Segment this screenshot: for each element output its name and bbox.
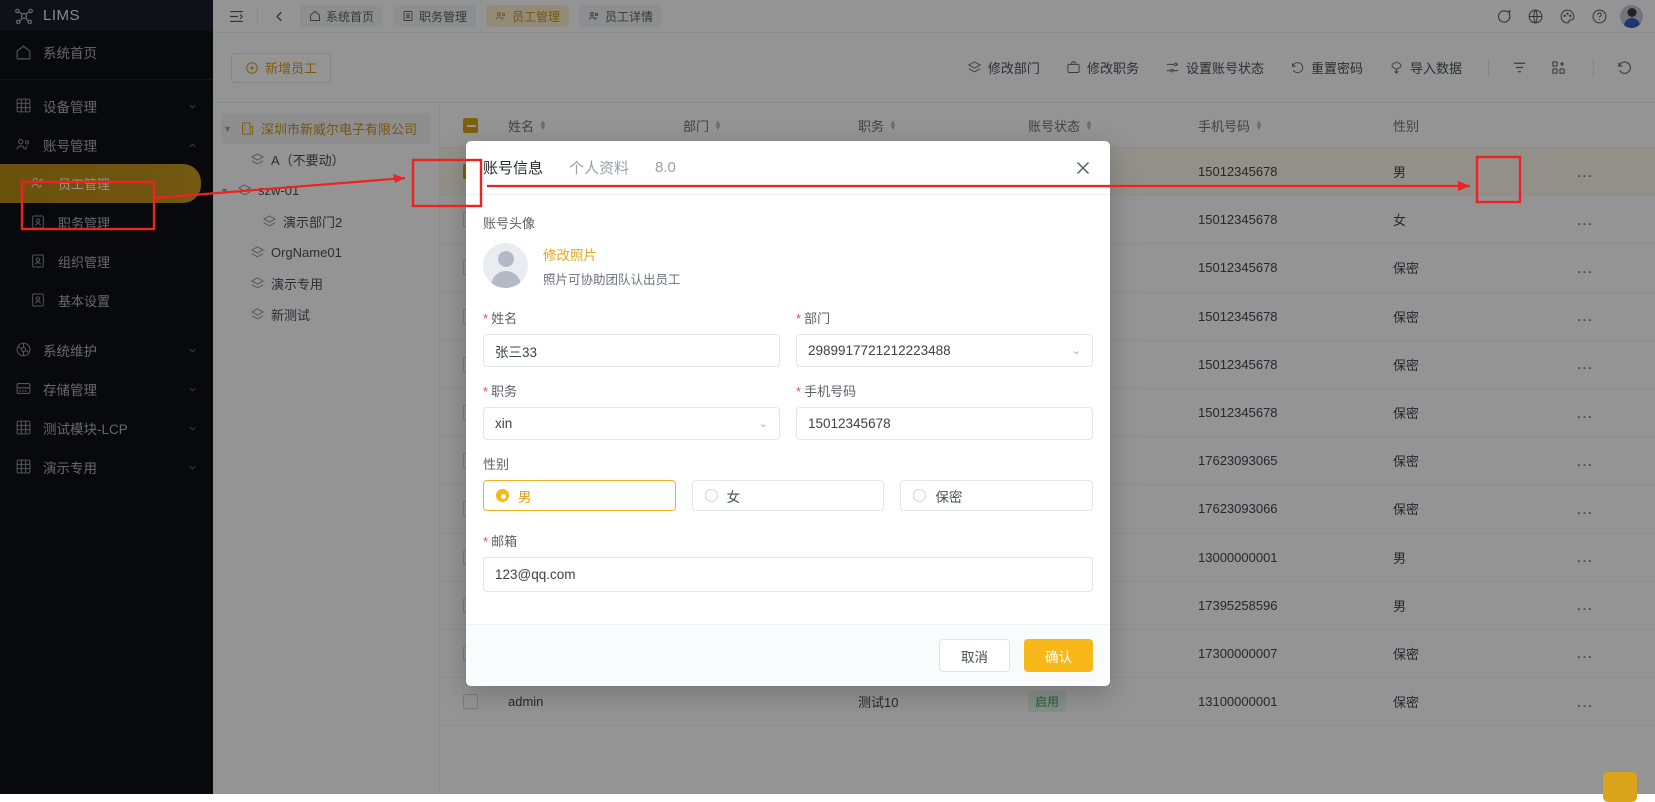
floating-action-button[interactable] [1603, 772, 1637, 802]
close-icon[interactable] [1072, 157, 1094, 179]
dialog-footer: 取消 确认 [466, 624, 1110, 686]
field-department: * 部门 2989917721212223488 ⌄ [796, 308, 1093, 367]
dialog-body: 账号头像 修改照片 照片可协助团队认出员工 * 姓名 张三33 * 部门 29899… [466, 195, 1110, 624]
form-row-1: * 姓名 张三33 * 部门 2989917721212223488 ⌄ [483, 308, 1093, 381]
field-position: * 职务 xin ⌄ [483, 381, 780, 440]
label-text: 部门 [804, 311, 831, 326]
confirm-button[interactable]: 确认 [1024, 639, 1093, 672]
radio-label: 保密 [935, 489, 963, 505]
department-select[interactable]: 2989917721212223488 ⌄ [796, 334, 1093, 367]
avatar-head [497, 251, 514, 267]
input-value: 123@qq.com [495, 567, 576, 582]
employee-avatar[interactable] [483, 243, 528, 288]
cancel-button[interactable]: 取消 [939, 639, 1010, 672]
required-marker: * [483, 534, 489, 549]
avatar-row: 修改照片 照片可协助团队认出员工 [483, 243, 1093, 288]
name-input[interactable]: 张三33 [483, 334, 780, 367]
input-value: xin [495, 416, 513, 431]
field-label-gender: 性别 [483, 457, 510, 472]
required-marker: * [483, 311, 489, 326]
field-label-phone: * 手机号码 [796, 381, 1093, 400]
dialog-header: 账号信息 个人资料 8.0 [466, 141, 1110, 195]
field-label-department: * 部门 [796, 308, 1093, 327]
label-text: 姓名 [491, 311, 518, 326]
chevron-down-icon[interactable]: ⌄ [759, 417, 768, 430]
radio-label: 男 [518, 489, 532, 505]
radio-dot [704, 489, 718, 502]
field-label-name: * 姓名 [483, 308, 780, 327]
dialog-tab-account-info[interactable]: 账号信息 [483, 157, 543, 178]
gender-option-male[interactable]: 男 [483, 480, 676, 511]
avatar-section-label: 账号头像 [483, 216, 536, 231]
form-row-2: * 职务 xin ⌄ * 手机号码 15012345678 [483, 381, 1093, 454]
field-label-email: * 邮箱 [483, 531, 1093, 550]
avatar-hint: 照片可协助团队认出员工 [543, 272, 681, 287]
radio-dot [913, 489, 927, 502]
label-text: 邮箱 [491, 534, 518, 549]
email-input[interactable]: 123@qq.com [483, 557, 1093, 592]
required-marker: * [796, 384, 802, 399]
account-info-dialog: 账号信息 个人资料 8.0 账号头像 修改照片 照片可协助团队认出员工 * 姓名 … [466, 141, 1110, 686]
radio-dot [496, 489, 509, 502]
gender-option-female[interactable]: 女 [691, 480, 885, 511]
avatar-text-block: 修改照片 照片可协助团队认出员工 [543, 244, 681, 288]
field-phone: * 手机号码 15012345678 [796, 381, 1093, 440]
input-value: 15012345678 [808, 416, 891, 431]
radio-label: 女 [726, 489, 741, 505]
label-text: 手机号码 [804, 384, 857, 399]
phone-input[interactable]: 15012345678 [796, 407, 1093, 440]
dialog-tab-personal-profile[interactable]: 个人资料 [569, 157, 629, 178]
field-gender: 性别 男 女 保密 [483, 454, 1094, 511]
field-name: * 姓名 张三33 [483, 308, 780, 367]
dialog-tab-version[interactable]: 8.0 [655, 159, 676, 176]
input-value: 2989917721212223488 [808, 343, 951, 358]
position-select[interactable]: xin ⌄ [483, 407, 780, 440]
change-photo-link[interactable]: 修改照片 [543, 244, 681, 264]
chevron-down-icon[interactable]: ⌄ [1072, 344, 1081, 357]
required-marker: * [483, 384, 489, 399]
field-email: * 邮箱 123@qq.com [483, 531, 1093, 592]
gender-option-secret[interactable]: 保密 [900, 480, 1094, 511]
gender-radio-group: 男 女 保密 [483, 480, 1094, 511]
input-value: 张三33 [495, 344, 538, 360]
avatar-body [490, 271, 521, 288]
label-text: 职务 [491, 384, 518, 399]
field-label-position: * 职务 [483, 381, 780, 400]
required-marker: * [796, 311, 802, 326]
